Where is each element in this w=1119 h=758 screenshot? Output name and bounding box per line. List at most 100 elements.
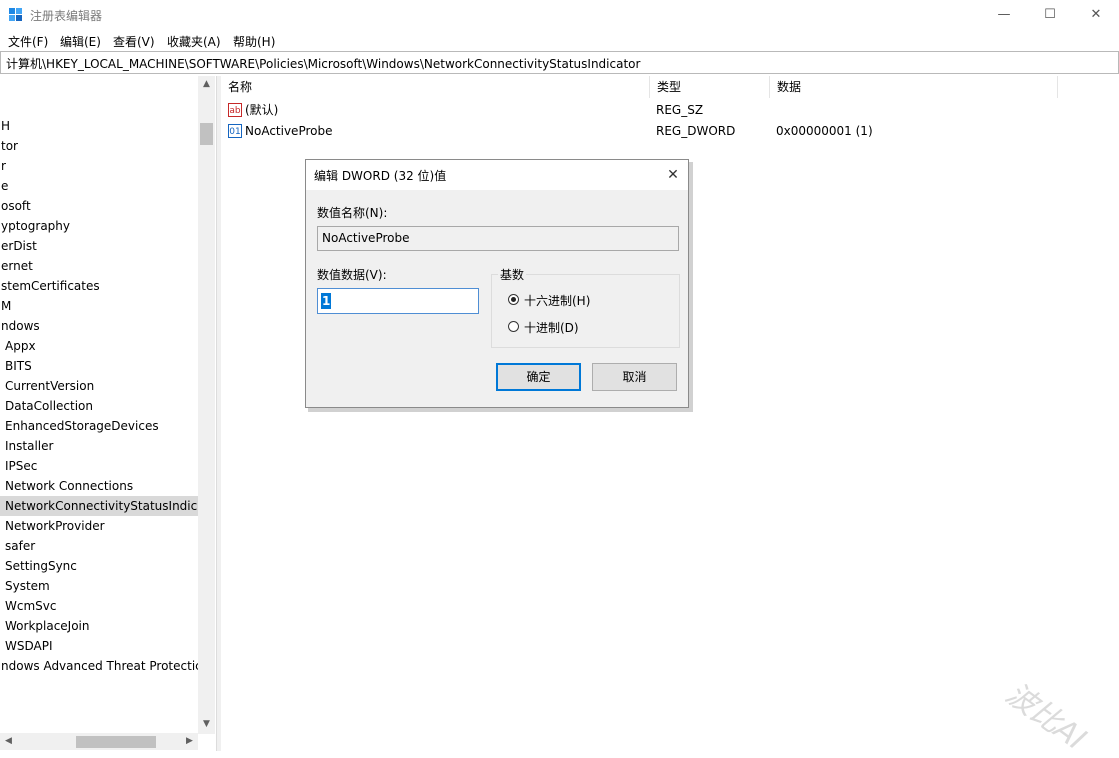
menu-bar: 文件(F) 编辑(E) 查看(V) 收藏夹(A) 帮助(H) [0, 30, 1119, 51]
tree-item-label: NetworkProvider [5, 519, 105, 533]
radio-hex-label[interactable]: 十六进制(H) [524, 292, 590, 309]
edit-dword-dialog: 编辑 DWORD (32 位)值 ✕ 数值名称(N): NoActiveProb… [305, 159, 689, 408]
list-item[interactable]: ab (默认) REG_SZ [221, 100, 1118, 120]
radio-dec-label[interactable]: 十进制(D) [524, 319, 579, 336]
radio-hex[interactable] [508, 294, 519, 305]
tree-item-label: H [1, 119, 11, 133]
tree-item[interactable]: EnhancedStorageDevices [0, 416, 198, 436]
tree-item[interactable]: IPSec [0, 456, 198, 476]
tree-item[interactable]: r [0, 156, 198, 176]
tree-item-label: ndows Advanced Threat Protectic [1, 659, 198, 673]
tree-item[interactable]: erDist [0, 236, 198, 256]
scroll-down-icon[interactable]: ▼ [198, 716, 215, 733]
tree-item-label: BITS [5, 359, 32, 373]
menu-file[interactable]: 文件(F) [8, 33, 48, 50]
tree-item-label: DataCollection [5, 399, 94, 413]
menu-edit[interactable]: 编辑(E) [60, 33, 101, 50]
tree-item[interactable]: M [0, 296, 198, 316]
tree-item-label: tor [1, 139, 18, 153]
key-tree: Htor r e osoft yptography erDist ernet stemCert… [0, 76, 216, 751]
tree-item[interactable]: Network Connections [0, 476, 198, 496]
tree-item-label: M [1, 299, 12, 313]
value-data-input[interactable]: 1 [317, 288, 479, 314]
value-name: NoActiveProbe [245, 124, 333, 138]
scroll-right-icon[interactable]: ▶ [181, 733, 198, 750]
value-type: REG_SZ [656, 103, 704, 117]
tree-item[interactable]: osoft [0, 196, 198, 216]
radio-dec[interactable] [508, 321, 519, 332]
column-header-name[interactable]: 名称 [221, 76, 650, 98]
menu-view[interactable]: 查看(V) [113, 33, 155, 50]
base-label: 基数 [498, 266, 527, 283]
tree-item-label: ernet [1, 259, 33, 273]
radio-hex-selected-dot [511, 297, 516, 302]
tree-item-label: IPSec [5, 459, 38, 473]
value-data: 0x00000001 (1) [776, 124, 873, 138]
tree-item-label: osoft [1, 199, 31, 213]
base-groupbox [491, 274, 680, 348]
column-header-type[interactable]: 类型 [650, 76, 770, 98]
close-button[interactable]: ✕ [1073, 0, 1119, 30]
list-item[interactable]: 01 NoActiveProbe REG_DWORD 0x00000001 (1… [221, 121, 1118, 141]
tree-item-label: WcmSvc [5, 599, 57, 613]
tree-item-label: CurrentVersion [5, 379, 95, 393]
tree-item-label: stemCertificates [1, 279, 100, 293]
tree-item[interactable]: System [0, 576, 198, 596]
tree-item[interactable]: ndows Advanced Threat Protectic [0, 656, 198, 676]
tree-item[interactable]: ndows [0, 316, 198, 336]
column-header-data[interactable]: 数据 [770, 76, 1058, 98]
tree-item[interactable]: ernet [0, 256, 198, 276]
tree-item[interactable]: yptography [0, 216, 198, 236]
dialog-close-button[interactable]: ✕ [662, 164, 684, 186]
tree-item-label: System [5, 579, 50, 593]
tree-vertical-scrollbar[interactable]: ▲ ▼ [198, 76, 215, 734]
value-name-label: 数值名称(N): [317, 206, 388, 220]
tree-item[interactable]: tor [0, 136, 198, 156]
tree-item[interactable]: NetworkProvider [0, 516, 198, 536]
tree-item[interactable]: WcmSvc [0, 596, 198, 616]
ok-button[interactable]: 确定 [496, 363, 581, 391]
scroll-up-icon[interactable]: ▲ [198, 76, 215, 93]
tree-item[interactable]: Appx [0, 336, 198, 356]
menu-favorites[interactable]: 收藏夹(A) [167, 33, 221, 50]
tree-item[interactable]: BITS [0, 356, 198, 376]
tree-item[interactable]: safer [0, 536, 198, 556]
dialog-title: 编辑 DWORD (32 位)值 [314, 169, 447, 183]
tree-item-label: Installer [5, 439, 54, 453]
tree-item[interactable]: H [0, 116, 198, 136]
minimize-button[interactable]: — [981, 0, 1027, 30]
tree-item-label: WorkplaceJoin [5, 619, 90, 633]
tree-item[interactable]: SettingSync [0, 556, 198, 576]
regedit-icon [9, 8, 22, 21]
scroll-left-icon[interactable]: ◀ [0, 733, 17, 750]
address-bar[interactable]: 计算机\HKEY_LOCAL_MACHINE\SOFTWARE\Policies… [0, 51, 1119, 74]
tree-hscroll-thumb[interactable] [76, 736, 156, 748]
tree-item[interactable]: WorkplaceJoin [0, 616, 198, 636]
string-value-icon: ab [228, 103, 242, 117]
tree-item[interactable]: Installer [0, 436, 198, 456]
tree-item[interactable]: CurrentVersion [0, 376, 198, 396]
cancel-button[interactable]: 取消 [592, 363, 677, 391]
binary-value-icon: 01 [228, 124, 242, 138]
tree-item-label: EnhancedStorageDevices [5, 419, 159, 433]
menu-help[interactable]: 帮助(H) [233, 33, 275, 50]
tree-item[interactable]: DataCollection [0, 396, 198, 416]
tree-scroll-thumb[interactable] [200, 123, 213, 145]
tree-item[interactable]: NetworkConnectivityStatusIndicat [0, 496, 198, 516]
tree-item[interactable]: WSDAPI [0, 636, 198, 656]
tree-item-label: yptography [1, 219, 70, 233]
value-type: REG_DWORD [656, 124, 736, 138]
address-path[interactable]: 计算机\HKEY_LOCAL_MACHINE\SOFTWARE\Policies… [6, 55, 640, 72]
tree-item-label: NetworkConnectivityStatusIndicat [5, 499, 198, 513]
tree-item-label: SettingSync [5, 559, 77, 573]
tree-item-label: erDist [1, 239, 37, 253]
tree-item[interactable]: stemCertificates [0, 276, 198, 296]
tree-item[interactable]: e [0, 176, 198, 196]
dialog-title-bar: 编辑 DWORD (32 位)值 ✕ [306, 160, 688, 190]
tree-item-label: Appx [5, 339, 36, 353]
tree-horizontal-scrollbar[interactable]: ◀ ▶ [0, 733, 198, 750]
maximize-button[interactable]: ☐ [1027, 0, 1073, 30]
tree-item-label: ndows [1, 319, 40, 333]
tree-item-label: r [1, 159, 6, 173]
tree-item-label: Network Connections [5, 479, 134, 493]
